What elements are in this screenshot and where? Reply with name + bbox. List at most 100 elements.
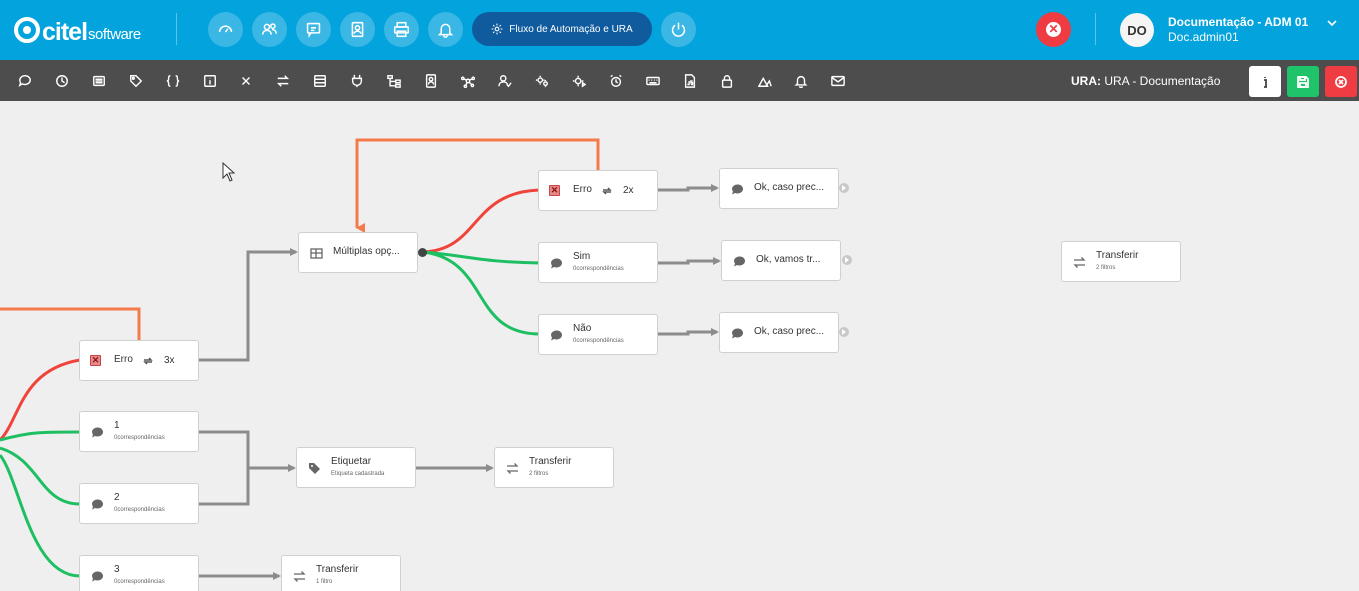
lock-tool[interactable]: [718, 72, 735, 89]
output-port[interactable]: [418, 248, 427, 257]
node-etiquetar[interactable]: Etiquetar Etiqueta cadastrada: [296, 447, 416, 488]
clock-icon: [55, 74, 68, 87]
success-link-3: [0, 454, 81, 578]
close-circle-icon: ✕: [1046, 22, 1061, 37]
close-session-button[interactable]: ✕: [1036, 12, 1071, 47]
schedule-tool[interactable]: [607, 72, 624, 89]
node-label: Ok, caso prec...: [754, 326, 825, 337]
automation-run-tool[interactable]: [570, 72, 587, 89]
end-tool[interactable]: [237, 72, 254, 89]
node-ok-caso-1[interactable]: Ok, caso prec...: [719, 168, 839, 209]
error-x-icon: ✕: [549, 185, 560, 196]
printer-button[interactable]: [384, 12, 419, 47]
shapes-icon: [757, 76, 772, 87]
citel-logo[interactable]: citel software: [14, 13, 141, 45]
mouse-pointer-icon: [222, 162, 236, 182]
save-button[interactable]: [1287, 66, 1319, 97]
node-sub: 1 filtro: [316, 579, 333, 585]
link-opt1-etiquetar: [198, 430, 296, 472]
node-label: Ok, vamos tr...: [756, 254, 821, 265]
info-button[interactable]: [1249, 66, 1281, 97]
node-sub: 0correspondências: [114, 579, 165, 585]
script-tool[interactable]: [681, 72, 698, 89]
node-transferir-isolado[interactable]: Transferir 2 filtros: [1061, 241, 1181, 282]
success-link-sim: [422, 250, 541, 265]
variables-tool[interactable]: [164, 72, 181, 89]
node-erro-2x[interactable]: ✕ Erro 2x: [538, 170, 658, 211]
alarm-icon: [609, 74, 622, 87]
settings-tool[interactable]: [533, 72, 550, 89]
node-label: 3: [114, 564, 120, 575]
close-icon: [241, 76, 250, 85]
power-button[interactable]: [661, 12, 696, 47]
node-sub: 0correspondências: [114, 435, 165, 441]
node-sim[interactable]: Sim 0correspondências: [538, 242, 658, 283]
tree-tool[interactable]: [385, 72, 402, 89]
node-transferir-opcao3[interactable]: Transferir 1 filtro: [281, 555, 401, 591]
retry-count: 2x: [623, 185, 634, 196]
ura-title: URA: URA - Documentação: [1071, 74, 1220, 88]
keyboard-tool[interactable]: [644, 72, 661, 89]
mail-icon: [830, 75, 845, 86]
node-erro-3x[interactable]: ✕ Erro 3x: [79, 340, 199, 381]
alert-tool[interactable]: [792, 72, 809, 89]
retry-link-erro3x: [0, 307, 141, 340]
lock-icon: [721, 74, 732, 88]
clock-tool[interactable]: [53, 72, 70, 89]
node-transferir-etiqueta[interactable]: Transferir 2 filtros: [494, 447, 614, 488]
logo-sub: software: [88, 26, 141, 43]
node-ok-vamos[interactable]: Ok, vamos tr...: [721, 240, 841, 281]
table-icon: [310, 247, 323, 260]
node-option-1[interactable]: 1 0correspondências: [79, 411, 199, 452]
node-label: Transferir: [1096, 250, 1139, 261]
message-icon: [91, 426, 104, 439]
tag-tool[interactable]: [127, 72, 144, 89]
message-icon: [733, 255, 746, 268]
dashboard-icon: [218, 25, 233, 33]
chat-button[interactable]: [296, 12, 331, 47]
node-sub: 0correspondências: [114, 507, 165, 513]
user-menu-chevron-down-icon[interactable]: [1326, 15, 1338, 27]
message-icon: [91, 570, 104, 583]
dashboard-button[interactable]: [208, 12, 243, 47]
shapes-tool[interactable]: [756, 72, 773, 89]
node-label: Transferir: [316, 564, 359, 575]
automation-flow-button[interactable]: Fluxo de Automação e URA: [472, 12, 652, 46]
contacts-button[interactable]: [340, 12, 375, 47]
tag-icon: [129, 74, 142, 87]
close-circle-icon: [1335, 75, 1347, 88]
node-multiplas-opcoes[interactable]: Múltiplas opç...: [298, 232, 418, 273]
transfer-tool[interactable]: [274, 72, 291, 89]
network-tool[interactable]: [459, 72, 476, 89]
transfer-icon: [293, 570, 306, 583]
list-tool[interactable]: [90, 72, 107, 89]
info-tool[interactable]: [201, 72, 218, 89]
retry-count: 3x: [164, 355, 175, 366]
email-tool[interactable]: [829, 72, 846, 89]
keyboard-icon: [645, 76, 660, 85]
message-tool[interactable]: [16, 72, 33, 89]
node-ok-caso-2[interactable]: Ok, caso prec...: [719, 312, 839, 353]
link-erro3x-multiplas: [198, 248, 298, 362]
integration-tool[interactable]: [348, 72, 365, 89]
form-tool[interactable]: [311, 72, 328, 89]
users-button[interactable]: [252, 12, 287, 47]
transfer-icon: [1073, 256, 1086, 269]
gears-icon: [535, 75, 548, 87]
node-option-2[interactable]: 2 0correspondências: [79, 483, 199, 524]
error-x-icon: ✕: [90, 355, 101, 366]
cancel-button[interactable]: [1325, 66, 1357, 97]
js-icon: [684, 73, 695, 88]
error-link-left: [0, 358, 81, 442]
node-label: Múltiplas opç...: [333, 246, 400, 257]
contact-tool[interactable]: [422, 72, 439, 89]
output-port[interactable]: [839, 183, 849, 193]
output-port[interactable]: [842, 255, 852, 265]
agent-tool[interactable]: [496, 72, 513, 89]
braces-icon: [166, 74, 179, 87]
notifications-button[interactable]: [428, 12, 463, 47]
output-port[interactable]: [839, 327, 849, 337]
avatar[interactable]: DO: [1120, 13, 1154, 47]
node-option-3[interactable]: 3 0correspondências: [79, 555, 199, 591]
node-nao[interactable]: Não 0correspondências: [538, 314, 658, 355]
